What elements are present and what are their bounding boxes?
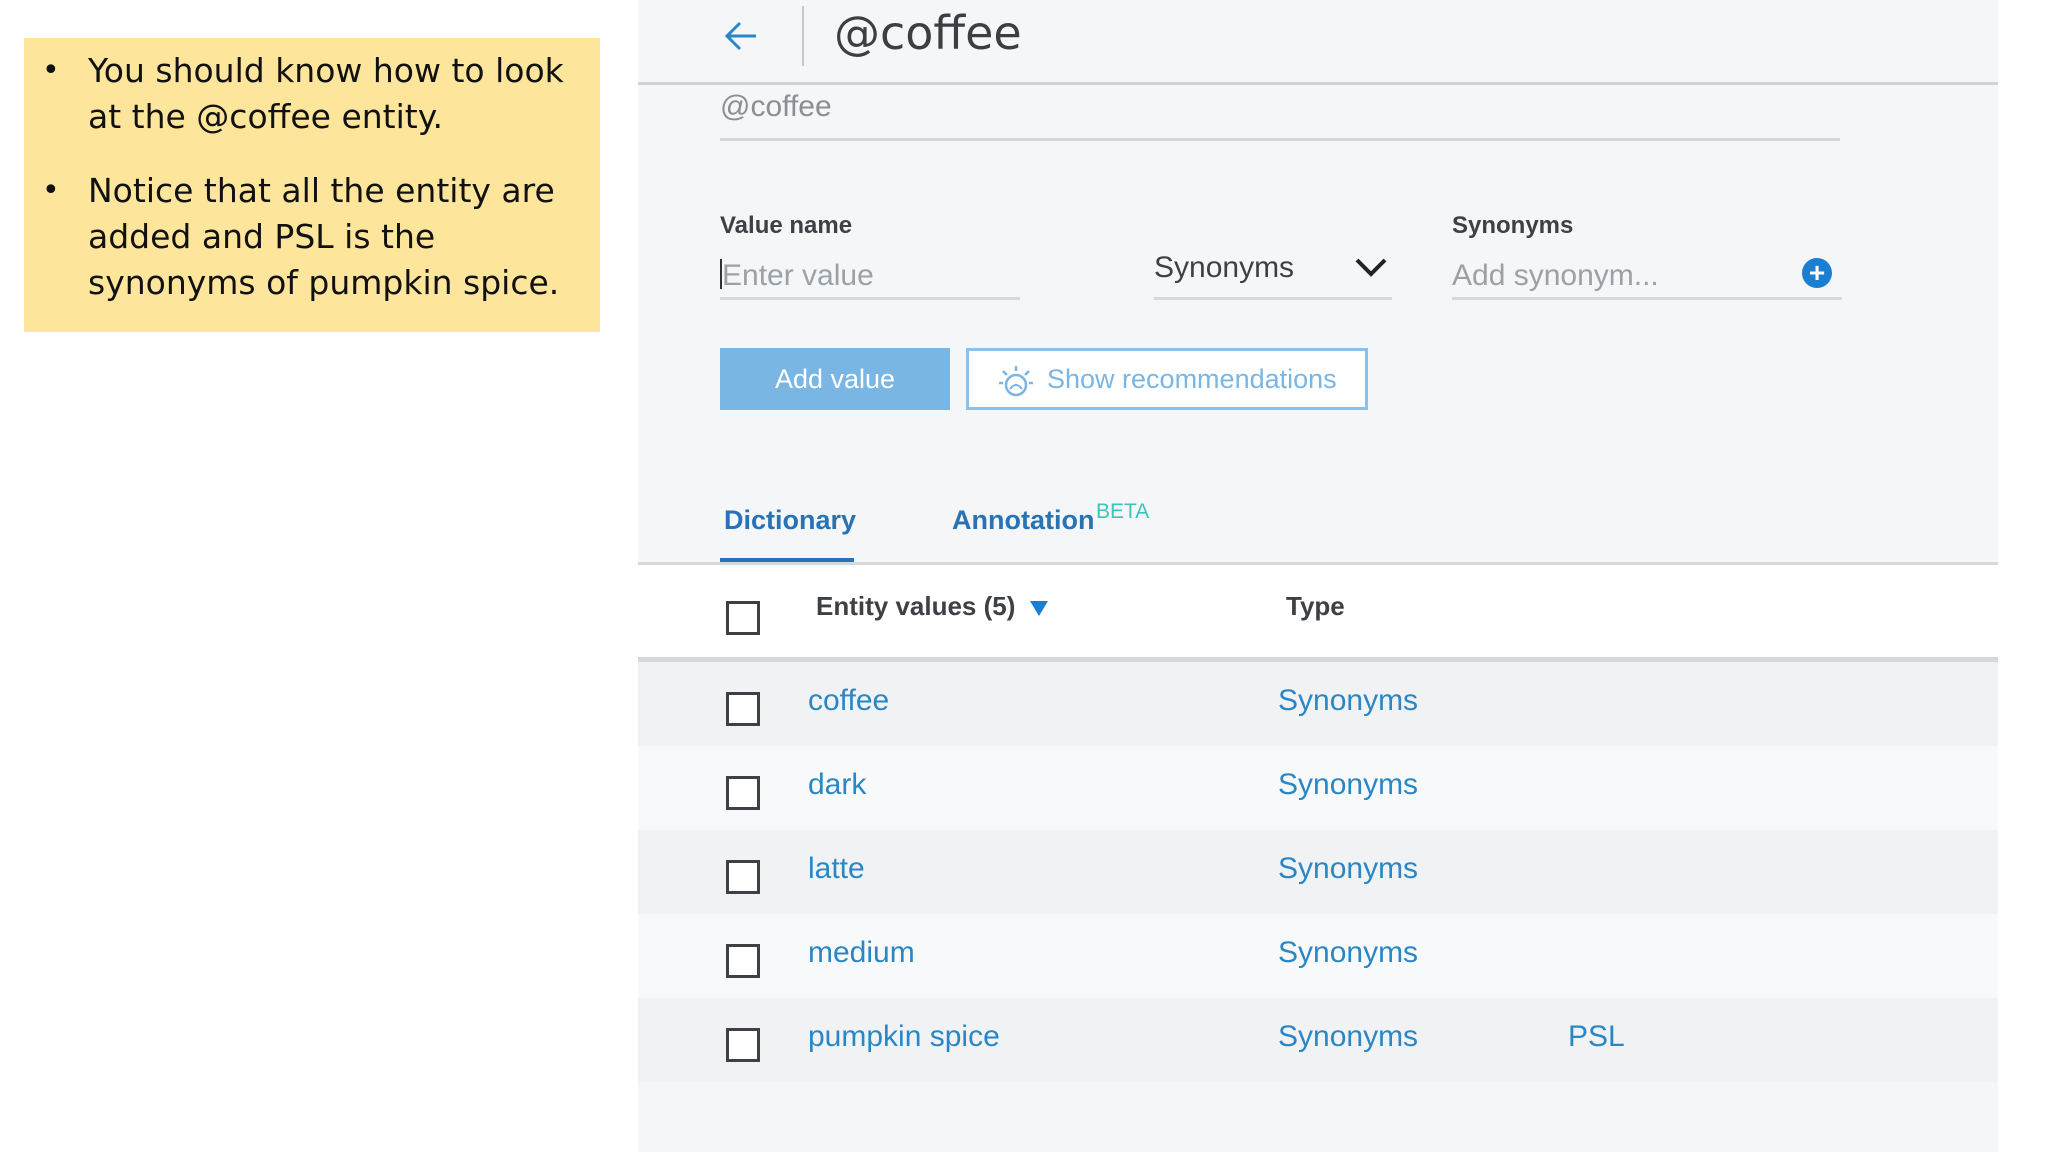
show-recommendations-button[interactable]: Show recommendations bbox=[966, 348, 1368, 410]
entity-type: Synonyms bbox=[1278, 852, 1419, 885]
entity-value-link[interactable]: pumpkin spice bbox=[808, 1020, 1000, 1054]
column-entity-values[interactable]: Entity values (5) bbox=[816, 591, 1015, 622]
beta-badge: BETA bbox=[1096, 500, 1150, 523]
type-select-value: Synonyms bbox=[1154, 251, 1295, 284]
value-name-label: Value name bbox=[720, 212, 853, 239]
chevron-down-icon bbox=[1355, 258, 1387, 277]
note-bullet-1: You should know how to look at the @coff… bbox=[42, 48, 580, 140]
synonym-placeholder: Add synonym... bbox=[1452, 259, 1659, 292]
table-row[interactable]: coffee Synonyms bbox=[638, 662, 1998, 746]
select-all-checkbox[interactable] bbox=[726, 601, 760, 635]
entity-name-field[interactable]: @coffee bbox=[720, 88, 1840, 141]
instruction-note: You should know how to look at the @coff… bbox=[24, 38, 600, 332]
add-value-button[interactable]: Add value bbox=[720, 348, 950, 410]
entity-value-link[interactable]: dark bbox=[808, 768, 866, 802]
table-row[interactable]: pumpkin spice Synonyms PSL bbox=[638, 998, 1998, 1082]
add-synonym-plus-icon[interactable]: + bbox=[1802, 258, 1832, 288]
row-checkbox[interactable] bbox=[726, 1028, 760, 1062]
tab-dictionary[interactable]: Dictionary bbox=[724, 505, 856, 536]
row-checkbox[interactable] bbox=[726, 944, 760, 978]
entity-value-link[interactable]: coffee bbox=[808, 684, 889, 718]
entity-editor-panel: @coffee @coffee Value name Enter value S… bbox=[638, 0, 1998, 1152]
entity-value-link[interactable]: latte bbox=[808, 852, 865, 886]
table-row[interactable]: medium Synonyms bbox=[638, 914, 1998, 998]
watson-bulb-icon bbox=[999, 366, 1033, 397]
table-row[interactable]: dark Synonyms bbox=[638, 746, 1998, 830]
table-header: Entity values (5) Type bbox=[638, 565, 1998, 662]
value-name-input[interactable]: Enter value bbox=[720, 256, 1020, 300]
note-bullet-2: Notice that all the entity are added and… bbox=[42, 168, 580, 306]
synonyms-label: Synonyms bbox=[1452, 212, 1574, 239]
column-type: Type bbox=[1286, 591, 1345, 621]
entity-synonyms: PSL bbox=[1568, 1020, 1625, 1053]
entity-type: Synonyms bbox=[1278, 1020, 1419, 1053]
row-checkbox[interactable] bbox=[726, 860, 760, 894]
synonym-input[interactable]: Add synonym... + bbox=[1452, 256, 1842, 300]
sort-descending-icon[interactable] bbox=[1030, 601, 1048, 616]
header-divider bbox=[802, 6, 804, 66]
entity-value-link[interactable]: medium bbox=[808, 936, 915, 970]
entity-type: Synonyms bbox=[1278, 936, 1419, 969]
row-checkbox[interactable] bbox=[726, 776, 760, 810]
show-recommendations-label: Show recommendations bbox=[1047, 364, 1337, 394]
back-arrow-icon[interactable] bbox=[720, 14, 764, 58]
row-checkbox[interactable] bbox=[726, 692, 760, 726]
entity-type: Synonyms bbox=[1278, 684, 1419, 717]
type-select[interactable]: Synonyms bbox=[1154, 248, 1392, 300]
page-title: @coffee bbox=[834, 6, 1022, 60]
entity-type: Synonyms bbox=[1278, 768, 1419, 801]
value-placeholder: Enter value bbox=[722, 259, 874, 292]
tab-annotation[interactable]: Annotation bbox=[952, 505, 1094, 536]
top-bar: @coffee bbox=[638, 0, 1998, 85]
table-row[interactable]: latte Synonyms bbox=[638, 830, 1998, 914]
